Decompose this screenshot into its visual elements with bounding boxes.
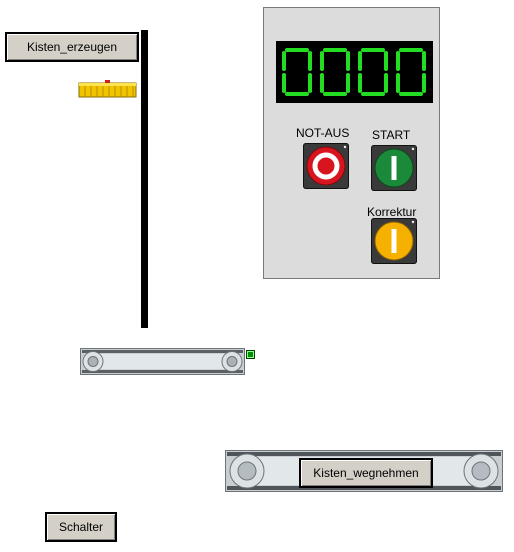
start-i-icon (374, 147, 415, 188)
kisten-wegnehmen-button[interactable]: Kisten_wegnehmen (299, 458, 433, 488)
vertical-pole (141, 30, 148, 328)
not-aus-label: NOT-AUS (296, 126, 350, 140)
korrektur-label: Korrektur (367, 205, 417, 219)
kisten-wegnehmen-label: Kisten_wegnehmen (313, 466, 419, 480)
crate-icon (78, 80, 137, 98)
start-button[interactable] (371, 145, 417, 191)
kisten-erzeugen-label: Kisten_erzeugen (26, 40, 118, 54)
schalter-button[interactable]: Schalter (45, 512, 117, 542)
start-label: START (372, 128, 411, 142)
schalter-label: Schalter (58, 520, 104, 534)
sensor-icon (246, 350, 255, 359)
not-aus-button[interactable] (303, 143, 349, 189)
counter-display: 0000 (276, 41, 433, 103)
kisten-erzeugen-button[interactable]: Kisten_erzeugen (5, 32, 139, 62)
korrektur-button[interactable] (371, 218, 417, 264)
stop-o-icon (306, 145, 347, 186)
conveyor-belt-upper (80, 348, 245, 375)
korrektur-i-icon (374, 220, 415, 261)
